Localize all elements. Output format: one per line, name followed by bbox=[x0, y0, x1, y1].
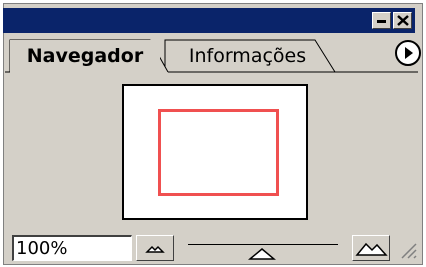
slider-thumb-icon[interactable] bbox=[248, 247, 276, 261]
tab-navegador[interactable]: Navegador bbox=[10, 40, 160, 72]
navigator-preview[interactable] bbox=[122, 84, 308, 220]
zoom-in-button[interactable] bbox=[352, 235, 390, 261]
panel-menu-arrow-icon[interactable] bbox=[395, 40, 421, 66]
zoom-out-button[interactable] bbox=[136, 235, 174, 261]
small-mountain-icon bbox=[145, 245, 165, 253]
tab-informacoes[interactable]: Informações bbox=[165, 40, 330, 72]
zoom-slider-track[interactable] bbox=[188, 244, 338, 245]
view-box-rectangle[interactable] bbox=[158, 109, 279, 196]
zoom-percent-input[interactable]: 100% bbox=[12, 235, 132, 261]
large-mountain-icon bbox=[355, 242, 388, 256]
resize-grip-icon[interactable] bbox=[396, 238, 418, 260]
